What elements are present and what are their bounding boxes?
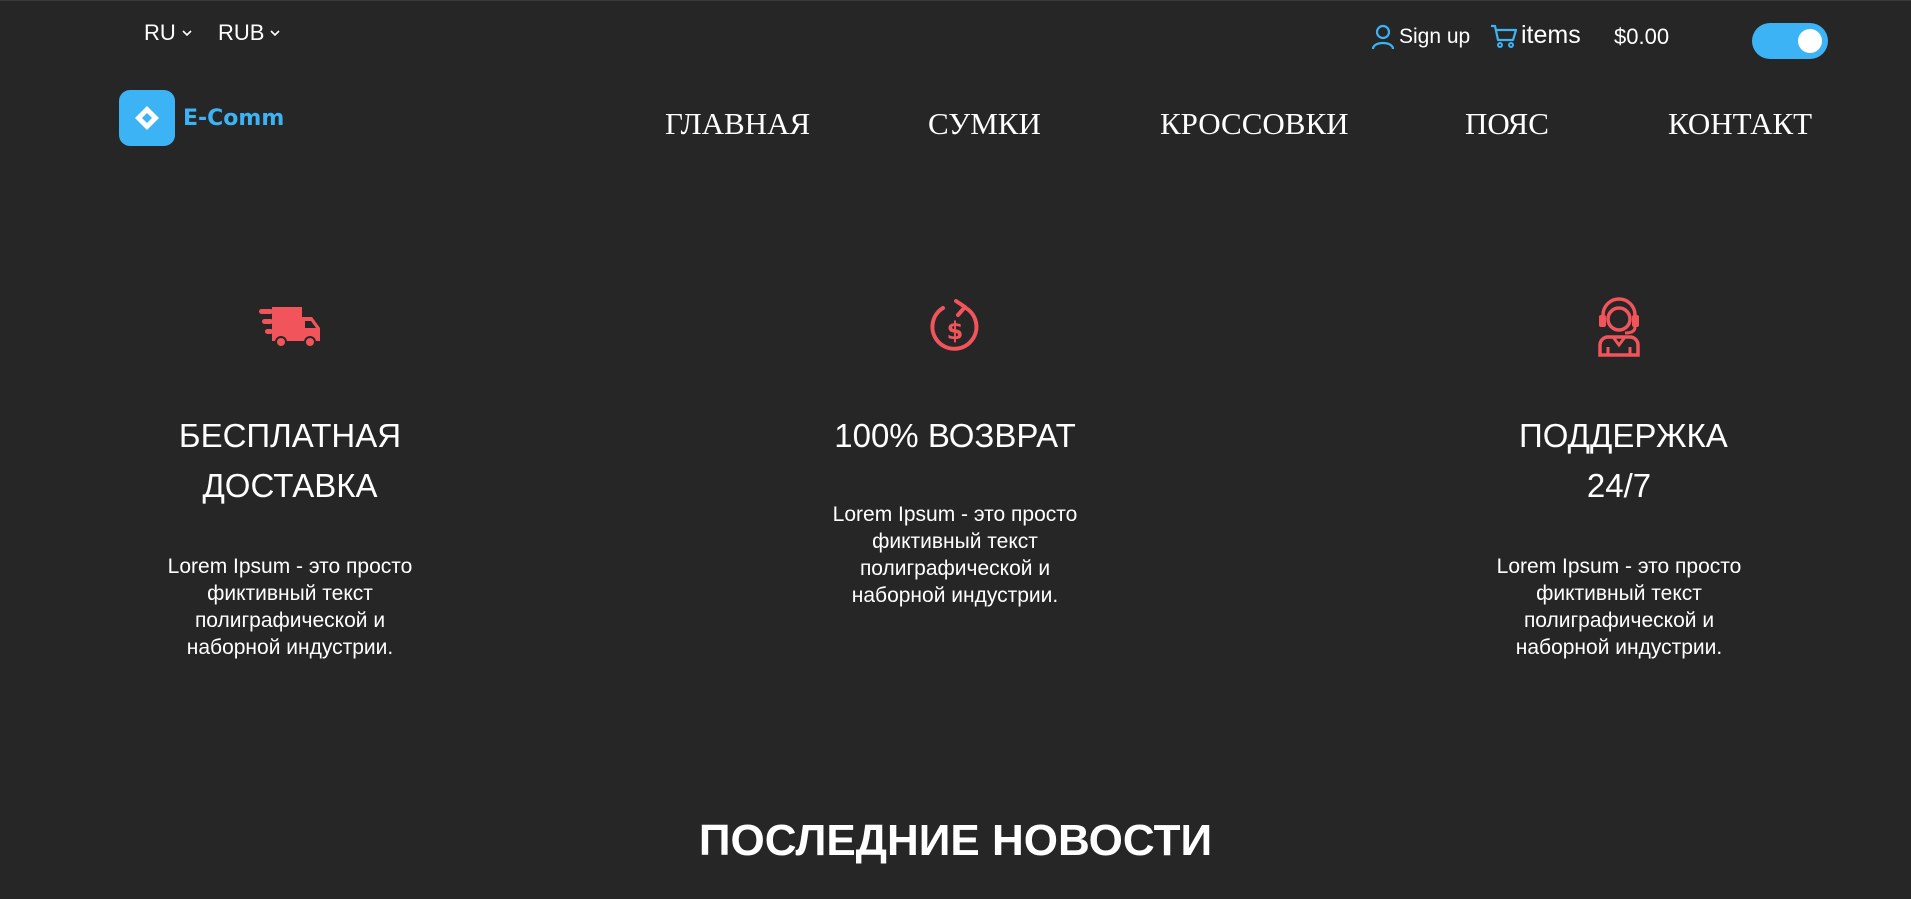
delivery-truck-icon [259,307,320,348]
user-icon [1371,24,1395,50]
toggle-knob [1798,29,1822,53]
feature-money-back: $ 100% ВОЗВРАТ Lorem Ipsum - это просто … [805,295,1105,609]
feature-text: Lorem Ipsum - это просто фиктивный текст… [167,555,413,659]
nav-item-home[interactable]: ГЛАВНАЯ [665,106,810,142]
feature-text: Lorem Ipsum - это просто фиктивный текст… [832,503,1078,607]
logo-icon [119,90,175,146]
nav-item-sneakers[interactable]: КРОССОВКИ [1160,106,1349,142]
money-return-icon: $ [930,299,979,351]
feature-title: ПОДДЕРЖКА 24/7 [1519,417,1728,504]
chevron-down-icon [182,30,192,37]
top-divider [0,0,1911,1]
language-value: RU [144,20,176,45]
language-selector[interactable]: RU [144,20,193,46]
nav-item-contact[interactable]: КОНТАКТ [1668,106,1812,142]
page: RU RUB Sign up items $0.00 E-Comm ГЛАВНА… [0,0,1911,899]
logo-text: E-Comm [183,105,285,131]
feature-title: 100% ВОЗВРАТ [834,417,1076,454]
logo[interactable]: E-Comm [119,90,284,146]
chevron-down-icon [270,30,281,37]
cart-link[interactable]: items [1490,21,1581,50]
signup-label: Sign up [1399,25,1471,48]
theme-toggle[interactable] [1752,23,1828,59]
svg-text:$: $ [947,317,964,345]
latest-news-heading: ПОСЛЕДНИЕ НОВОСТИ [698,816,1213,865]
cart-icon [1491,24,1517,48]
feature-title: БЕСПЛАТНАЯ ДОСТАВКА [178,417,402,504]
signup-link[interactable]: Sign up [1371,24,1470,50]
nav-item-belts[interactable]: ПОЯС [1465,106,1549,142]
currency-selector[interactable]: RUB [218,20,281,46]
feature-text: Lorem Ipsum - это просто фиктивный текст… [1496,555,1742,659]
cart-total: $0.00 [1614,24,1670,49]
currency-value: RUB [218,20,265,45]
nav-item-bags[interactable]: СУМКИ [928,106,1041,142]
feature-free-delivery: БЕСПЛАТНАЯ ДОСТАВКА Lorem Ipsum - это пр… [140,295,440,661]
feature-support: ПОДДЕРЖКА 24/7 Lorem Ipsum - это просто … [1469,295,1769,661]
cart-label: items [1521,21,1581,49]
support-agent-icon [1598,297,1640,357]
